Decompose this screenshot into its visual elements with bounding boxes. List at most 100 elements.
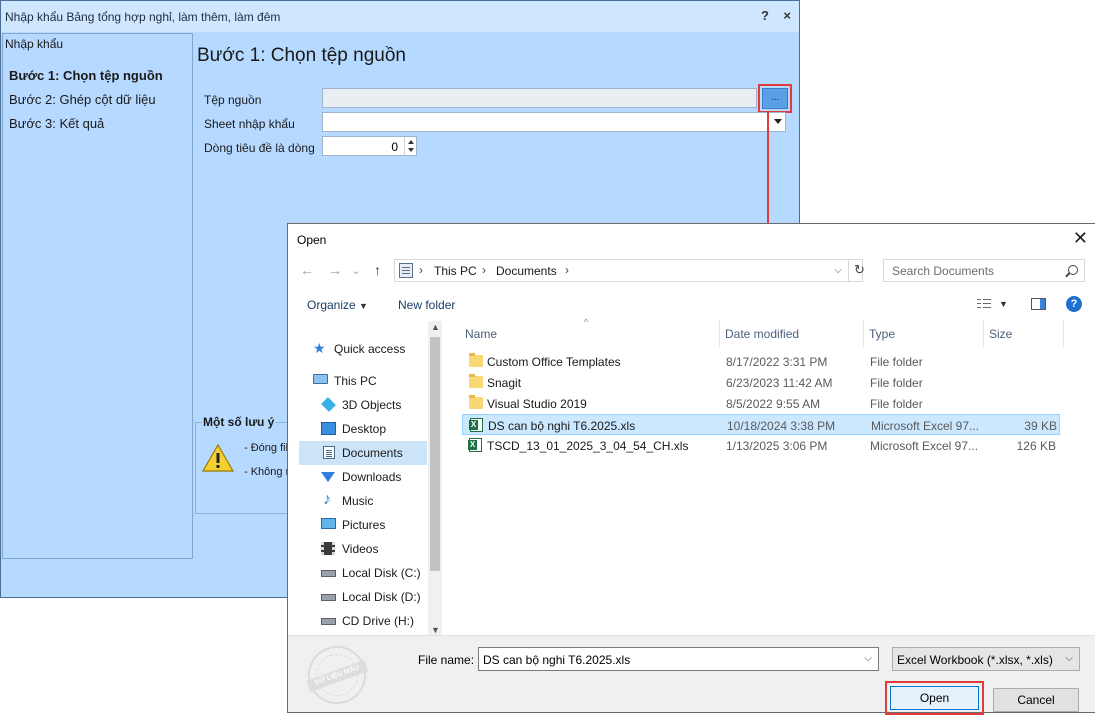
- folder-icon: [469, 353, 483, 367]
- nav-item-cd-drive[interactable]: CD Drive (H:): [299, 609, 427, 633]
- nav-item-label: Pictures: [342, 518, 386, 532]
- back-arrow-icon[interactable]: ←: [300, 262, 314, 278]
- file-row[interactable]: Snagit 6/23/2023 11:42 AM File folder: [462, 372, 1060, 393]
- page-title: Bước 1: Chọn tệp nguồn: [197, 45, 406, 66]
- nav-item-videos[interactable]: Videos: [299, 537, 427, 561]
- preview-pane-icon[interactable]: [1031, 298, 1046, 310]
- excel-file-icon: [468, 438, 482, 452]
- nav-item-3d-objects[interactable]: 3D Objects: [299, 393, 427, 417]
- breadcrumb-separator[interactable]: ›: [482, 263, 486, 277]
- forward-arrow-icon[interactable]: →: [328, 262, 342, 278]
- sheet-label: Sheet nhập khẩu: [204, 117, 295, 131]
- column-label: Size: [989, 327, 1013, 341]
- file-date: 8/5/2022 9:55 AM: [726, 397, 821, 411]
- close-icon[interactable]: ✕: [1073, 228, 1088, 249]
- file-row[interactable]: TSCD_13_01_2025_3_04_54_CH.xls 1/13/2025…: [462, 435, 1060, 456]
- caret-down-icon: ▼: [359, 301, 368, 311]
- search-icon: [1068, 265, 1078, 275]
- step-2[interactable]: Bước 2: Ghép cột dữ liệu: [9, 92, 156, 107]
- file-row[interactable]: Custom Office Templates 8/17/2022 3:31 P…: [462, 351, 1060, 372]
- nav-item-this-pc[interactable]: This PC: [299, 369, 427, 393]
- scroll-up-icon[interactable]: ▲: [431, 322, 440, 332]
- column-header-type[interactable]: Type: [864, 320, 984, 347]
- nav-item-downloads[interactable]: Downloads: [299, 465, 427, 489]
- file-row-selected[interactable]: DS can bộ nghi T6.2025.xls 10/18/2024 3:…: [462, 414, 1060, 435]
- nav-item-label: Local Disk (C:): [342, 566, 421, 580]
- breadcrumb-this-pc[interactable]: This PC: [434, 264, 477, 278]
- nav-item-documents[interactable]: Documents: [299, 441, 427, 465]
- view-options-icon[interactable]: [977, 299, 991, 310]
- column-header-date[interactable]: Date modified: [720, 320, 864, 347]
- nav-item-label: 3D Objects: [342, 398, 402, 412]
- nav-item-label: Downloads: [342, 470, 402, 484]
- folder-icon: [469, 395, 483, 409]
- nav-pane-scrollbar[interactable]: ▲ ▼: [428, 321, 442, 636]
- file-name-label: File name:: [418, 653, 475, 667]
- file-date: 6/23/2023 11:42 AM: [726, 376, 833, 390]
- spin-up-icon[interactable]: [408, 140, 414, 144]
- close-icon[interactable]: ×: [783, 8, 791, 23]
- open-file-dialog: Open ✕ ← → ⌄ ↑ › This PC › Documents › ⌵…: [287, 223, 1095, 715]
- open-button[interactable]: Open: [890, 686, 979, 710]
- file-row[interactable]: Visual Studio 2019 8/5/2022 9:55 AM File…: [462, 393, 1060, 414]
- up-arrow-icon[interactable]: ↑: [374, 262, 381, 278]
- nav-item-pictures[interactable]: Pictures: [299, 513, 427, 537]
- file-name: Snagit: [487, 376, 522, 390]
- file-name: Visual Studio 2019: [487, 397, 587, 411]
- wizard-title-bar: Nhập khẩu Bảng tổng hợp nghỉ, làm thêm, …: [1, 1, 799, 32]
- search-input[interactable]: Search Documents: [883, 259, 1085, 282]
- scroll-down-icon[interactable]: ▼: [431, 625, 440, 635]
- nav-item-local-disk-c[interactable]: Local Disk (C:): [299, 561, 427, 585]
- help-icon[interactable]: ?: [761, 8, 769, 23]
- nav-item-quick-access[interactable]: ★ Quick access: [299, 337, 427, 361]
- organize-button[interactable]: Organize ▼: [307, 298, 368, 312]
- nav-item-local-disk-d[interactable]: Local Disk (D:): [299, 585, 427, 609]
- breadcrumb-separator[interactable]: ›: [419, 263, 423, 277]
- scrollbar-thumb[interactable]: [430, 337, 440, 571]
- file-date: 1/13/2025 3:06 PM: [726, 439, 828, 453]
- documents-icon: [323, 446, 335, 459]
- refresh-icon[interactable]: ↻: [848, 260, 870, 281]
- header-row-label: Dòng tiêu đề là dòng: [204, 141, 315, 155]
- stepper-buttons[interactable]: [404, 137, 416, 155]
- videos-icon: [321, 542, 335, 555]
- cancel-button[interactable]: Cancel: [993, 688, 1079, 712]
- address-bar[interactable]: › This PC › Documents › ⌵: [394, 259, 863, 282]
- nav-item-label: Quick access: [334, 342, 406, 356]
- column-label: Type: [869, 327, 896, 341]
- caret-down-icon[interactable]: ▼: [999, 299, 1008, 309]
- help-icon[interactable]: ?: [1066, 296, 1082, 312]
- header-row-stepper[interactable]: 0: [322, 136, 417, 156]
- nav-item-label: This PC: [334, 374, 377, 388]
- chevron-down-icon[interactable]: ⌵: [834, 265, 842, 276]
- chevron-down-icon: ⌵: [1065, 653, 1073, 664]
- file-name: TSCD_13_01_2025_3_04_54_CH.xls: [487, 439, 689, 453]
- breadcrumb-documents[interactable]: Documents: [496, 264, 557, 278]
- file-date: 10/18/2024 3:38 PM: [727, 419, 836, 433]
- column-header-name[interactable]: Name: [460, 320, 720, 347]
- nav-item-label: Desktop: [342, 422, 387, 436]
- browse-button[interactable]: ...: [762, 88, 788, 109]
- file-type-value: Excel Workbook (*.xlsx, *.xls): [897, 653, 1053, 667]
- sheet-select[interactable]: [322, 112, 786, 132]
- step-3[interactable]: Bước 3: Kết quả: [9, 116, 104, 131]
- file-type: File folder: [870, 376, 923, 390]
- pictures-icon: [321, 518, 336, 529]
- nav-item-music[interactable]: ♪ Music: [299, 489, 427, 513]
- file-date: 8/17/2022 3:31 PM: [726, 355, 828, 369]
- breadcrumb-separator[interactable]: ›: [565, 263, 569, 277]
- location-icon: [399, 263, 413, 278]
- desktop-icon: [321, 422, 336, 435]
- spin-down-icon[interactable]: [408, 148, 414, 152]
- step-1[interactable]: Bước 1: Chọn tệp nguồn: [9, 68, 163, 83]
- chevron-down-icon[interactable]: ⌵: [864, 653, 872, 664]
- nav-item-desktop[interactable]: Desktop: [299, 417, 427, 441]
- source-file-input[interactable]: [322, 88, 757, 108]
- file-type-select[interactable]: Excel Workbook (*.xlsx, *.xls) ⌵: [892, 647, 1080, 671]
- column-header-size[interactable]: Size: [984, 320, 1064, 347]
- download-icon: [321, 472, 335, 482]
- file-name-input[interactable]: DS can bộ nghi T6.2025.xls ⌵: [478, 647, 879, 671]
- recent-chevron-icon[interactable]: ⌄: [352, 266, 360, 277]
- star-icon: ★: [313, 340, 326, 356]
- new-folder-button[interactable]: New folder: [398, 298, 455, 312]
